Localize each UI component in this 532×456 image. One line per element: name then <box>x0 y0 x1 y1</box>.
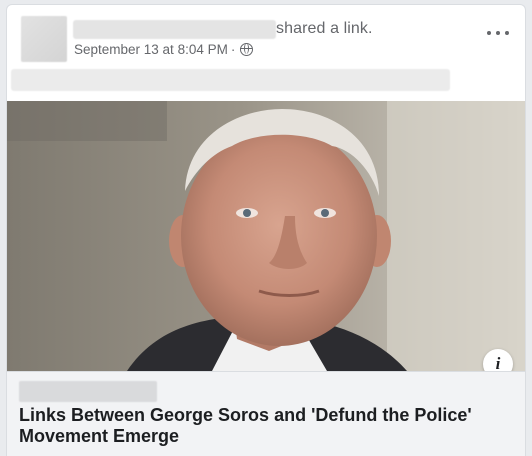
link-headline[interactable]: Links Between George Soros and 'Defund t… <box>19 405 489 447</box>
avatar[interactable] <box>21 16 67 62</box>
more-options-icon[interactable] <box>487 27 509 39</box>
post-timestamp[interactable]: September 13 at 8:04 PM <box>74 42 228 57</box>
meta-separator: · <box>230 42 236 57</box>
post-text-redacted <box>11 69 450 91</box>
link-preview-footer[interactable]: Links Between George Soros and 'Defund t… <box>7 371 525 456</box>
portrait-photo <box>7 101 525 371</box>
link-domain-redacted <box>19 381 157 402</box>
author-name-redacted[interactable] <box>73 20 276 39</box>
globe-icon[interactable] <box>240 43 254 56</box>
post-meta: September 13 at 8:04 PM · <box>74 42 254 57</box>
shared-link-text: shared a link. <box>276 20 373 37</box>
post-card: shared a link. September 13 at 8:04 PM · <box>6 4 526 456</box>
info-icon[interactable]: i <box>483 349 513 371</box>
link-preview-image[interactable]: i <box>7 101 525 371</box>
